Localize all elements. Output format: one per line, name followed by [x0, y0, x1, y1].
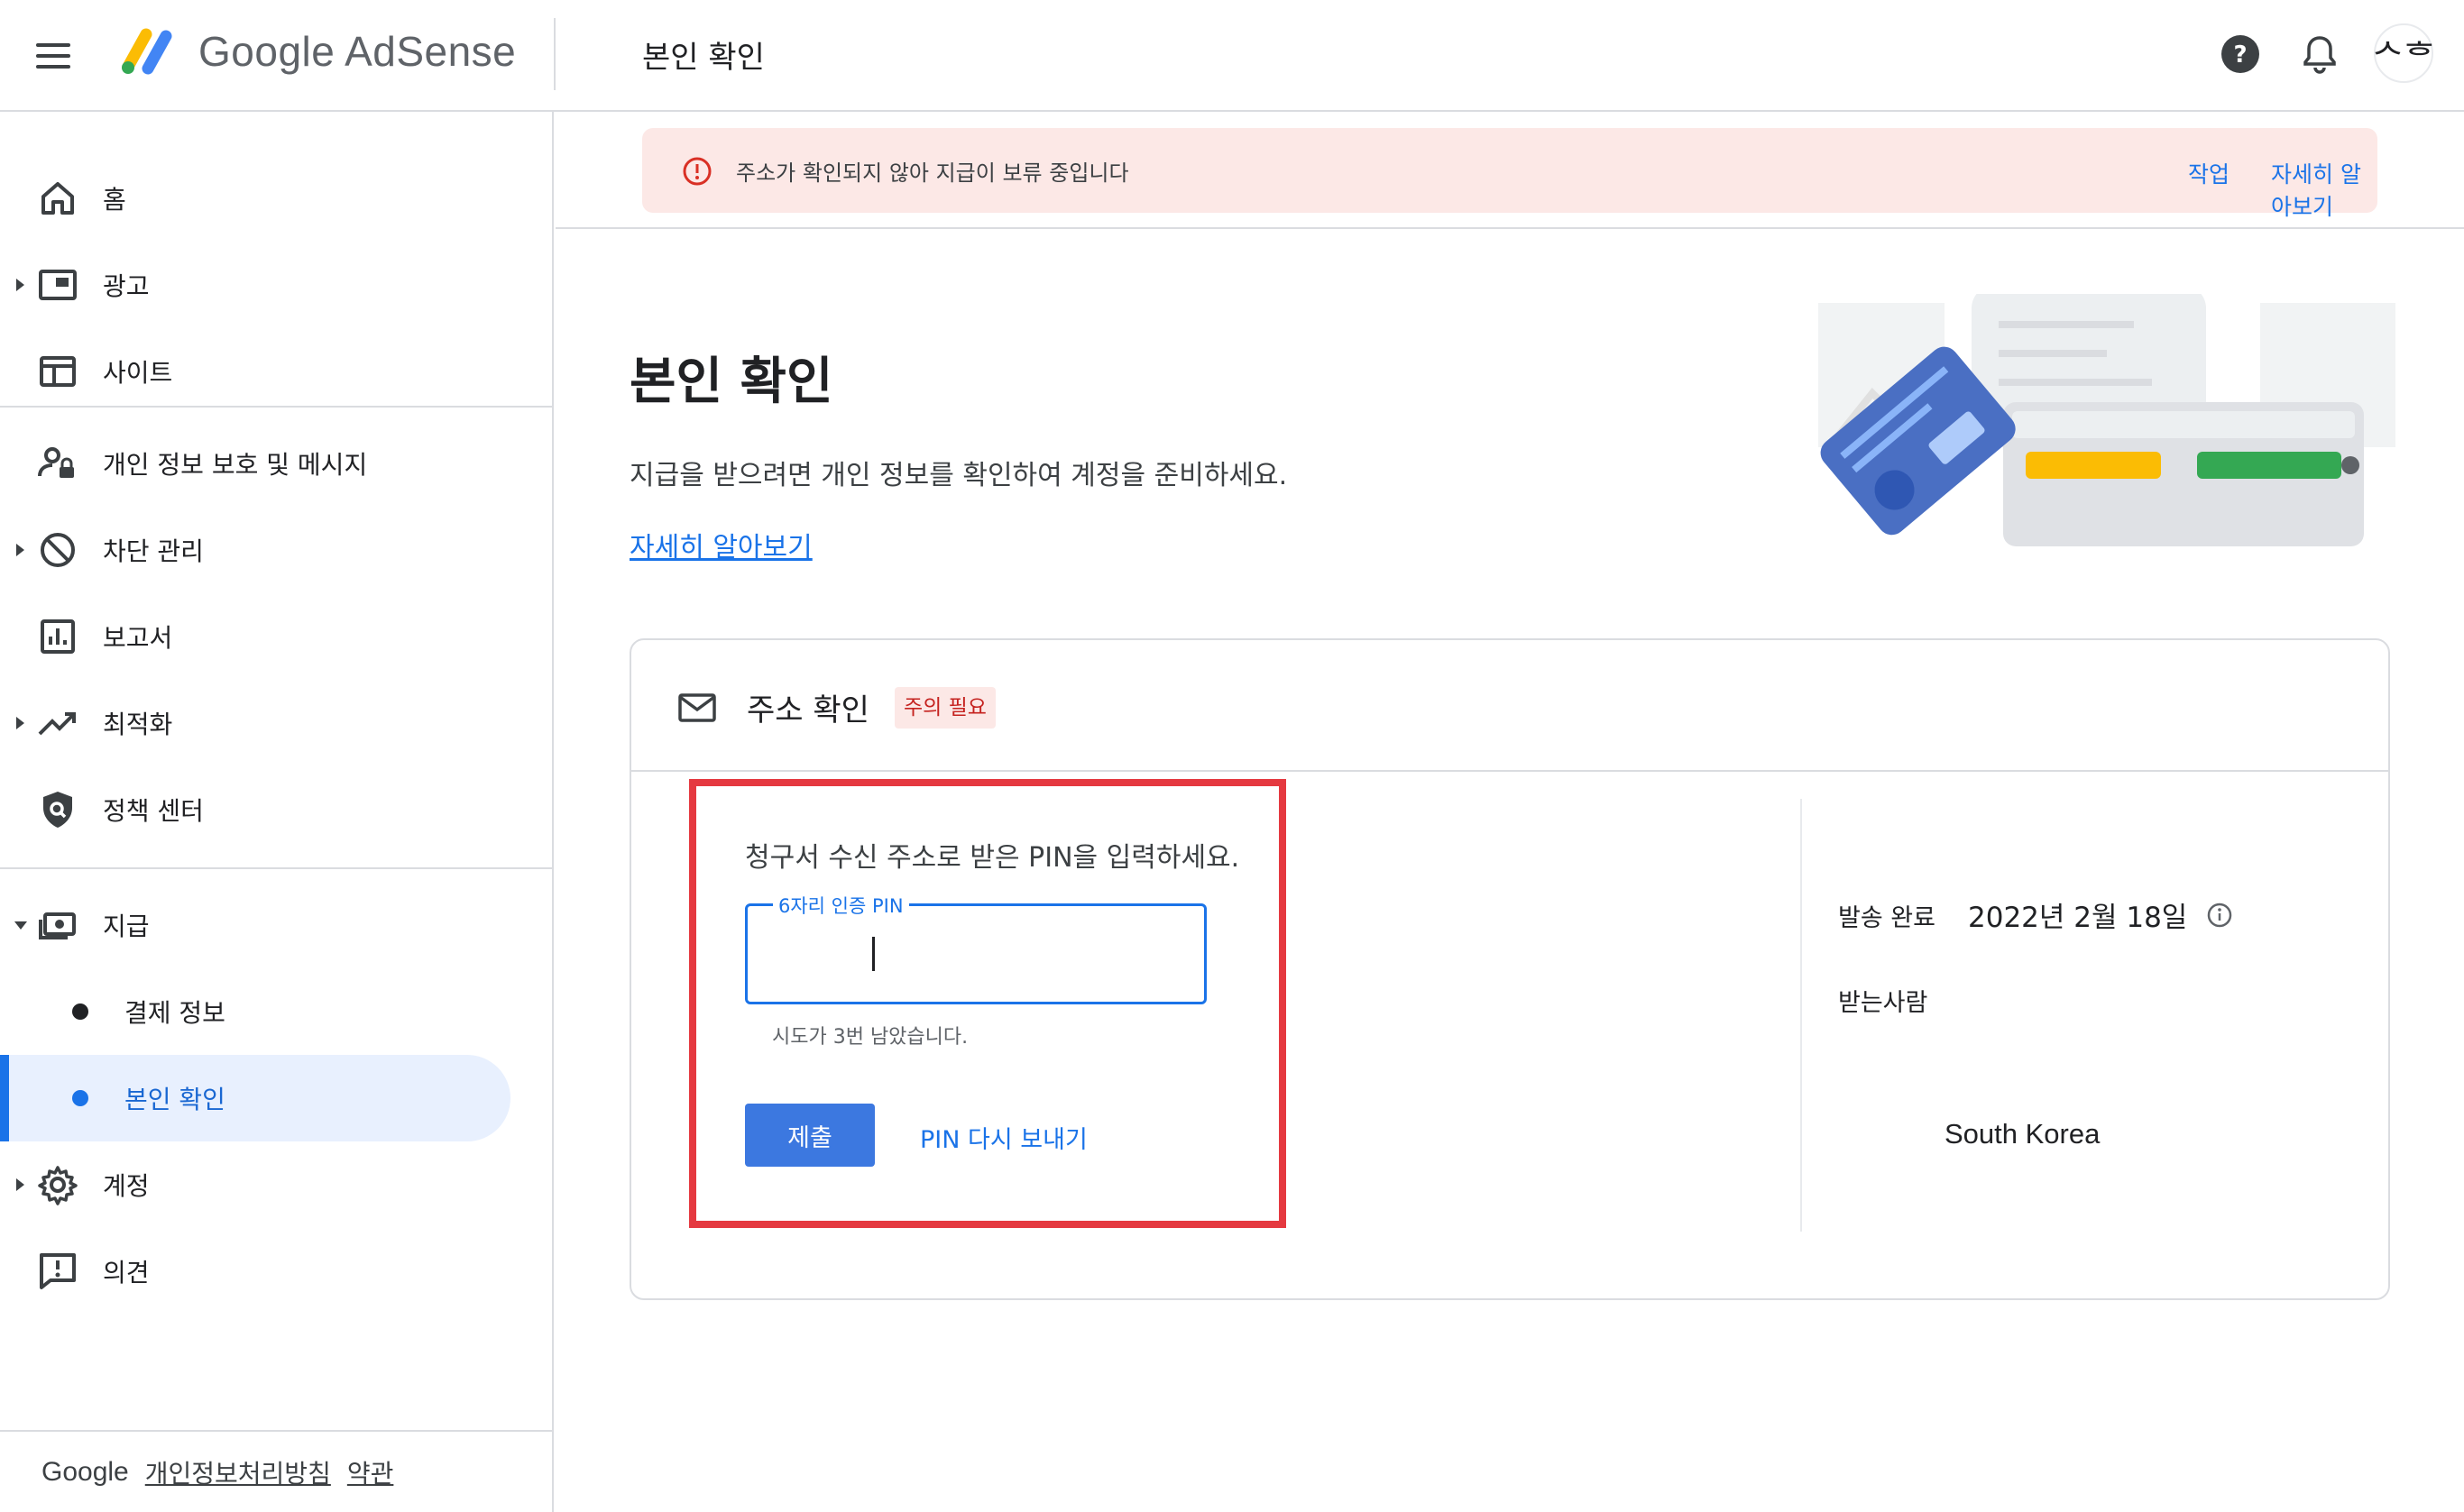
main-content: 주소가 확인되지 않아 지급이 보류 중입니다 작업 자세히 알아보기 본인 확…	[556, 114, 2464, 1512]
ads-icon	[39, 270, 77, 300]
sidebar-footer: Google 개인정보처리방침 약관	[0, 1430, 552, 1512]
sidebar: 홈 광고 사이트 개인 정보 보호 및 메시지 차단 관리 보고서 최적화 정책…	[0, 112, 554, 1512]
menu-icon-line	[36, 43, 70, 47]
sidebar-item-label: 차단 관리	[103, 536, 204, 566]
banner-learn-more-link[interactable]: 자세히 알아보기	[2271, 157, 2377, 222]
notifications-icon[interactable]	[2296, 31, 2343, 78]
page-title: 본인 확인	[630, 353, 833, 411]
sidebar-item-ads[interactable]: 광고	[0, 242, 510, 328]
sidebar-item-label: 보고서	[103, 623, 173, 653]
pin-input[interactable]: 6자리 인증 PIN	[745, 892, 1207, 1004]
card-divider	[1800, 799, 1802, 1232]
info-icon[interactable]	[2206, 902, 2233, 929]
mail-icon	[678, 693, 716, 722]
expand-caret-icon	[16, 544, 24, 556]
reports-icon	[41, 619, 75, 654]
help-icon[interactable]: ?	[2217, 31, 2264, 78]
menu-icon-line	[36, 54, 70, 58]
active-indicator	[0, 1055, 9, 1141]
sidebar-item-label: 정책 센터	[103, 796, 204, 826]
policy-icon	[43, 792, 72, 828]
sidebar-item-policy[interactable]: 정책 센터	[0, 766, 510, 853]
sidebar-item-payment-info[interactable]: 결제 정보	[0, 968, 510, 1055]
pin-prompt: 청구서 수신 주소로 받은 PIN을 입력하세요.	[745, 842, 1240, 874]
header-page-title: 본인 확인	[642, 40, 765, 76]
sidebar-divider	[0, 867, 552, 869]
recipient-country: South Korea	[1945, 1118, 2101, 1150]
adsense-logo-icon	[122, 28, 172, 75]
home-icon	[41, 182, 74, 215]
sidebar-item-verification[interactable]: 본인 확인	[0, 1055, 510, 1141]
sidebar-item-label: 계정	[103, 1171, 150, 1201]
sidebar-item-label: 홈	[103, 185, 126, 215]
expand-caret-icon	[16, 1178, 24, 1191]
banner-message: 주소가 확인되지 않아 지급이 보류 중입니다	[736, 160, 1129, 186]
sidebar-item-reports[interactable]: 보고서	[0, 593, 510, 680]
attention-badge: 주의 필요	[895, 687, 996, 729]
block-icon	[41, 533, 75, 567]
shipped-label: 발송 완료	[1838, 904, 1935, 932]
expand-caret-icon	[16, 717, 24, 729]
recipient-label: 받는사람	[1838, 989, 1928, 1017]
sidebar-item-label: 본인 확인	[124, 1085, 225, 1114]
sidebar-item-home[interactable]: 홈	[0, 155, 510, 242]
privacy-icon	[38, 447, 74, 478]
sidebar-item-account[interactable]: 계정	[0, 1141, 510, 1228]
sidebar-divider	[0, 406, 552, 408]
wallet-illustration	[1818, 294, 2395, 564]
bullet-icon	[72, 1090, 88, 1106]
header-divider	[554, 18, 556, 90]
sidebar-item-label: 광고	[103, 271, 150, 301]
sidebar-item-label: 결제 정보	[124, 998, 225, 1028]
sidebar-item-label: 최적화	[103, 710, 173, 739]
text-caret	[872, 937, 875, 971]
bullet-icon	[72, 1003, 88, 1020]
adsense-app: Google AdSense 본인 확인 ? ᄉᄒ 홈 광고 사이트 개인 정보…	[0, 0, 2464, 1512]
resend-pin-button[interactable]: PIN 다시 보내기	[920, 1120, 1088, 1155]
privacy-policy-link[interactable]: 개인정보처리방침	[145, 1454, 331, 1490]
menu-icon-line	[36, 65, 70, 69]
sidebar-item-label: 개인 정보 보호 및 메시지	[103, 450, 368, 480]
svg-text:?: ?	[2233, 41, 2247, 69]
expand-caret-icon	[16, 279, 24, 291]
sidebar-item-label: 사이트	[103, 358, 173, 388]
terms-link[interactable]: 약관	[347, 1454, 394, 1490]
feedback-icon	[40, 1253, 76, 1289]
sites-icon	[40, 356, 76, 387]
optimization-icon	[38, 712, 76, 736]
address-verification-card: 주소 확인 주의 필요 청구서 수신 주소로 받은 PIN을 입력하세요. 6자…	[630, 638, 2390, 1300]
payments-icon	[39, 912, 76, 939]
brand-name: Google AdSense	[198, 28, 517, 75]
sidebar-item-blocking[interactable]: 차단 관리	[0, 507, 510, 593]
shipped-date: 2022년 2월 18일	[1968, 902, 2188, 934]
card-header: 주소 확인 주의 필요	[631, 640, 2388, 772]
banner-action-link[interactable]: 작업	[2188, 157, 2230, 189]
account-avatar[interactable]: ᄉᄒ	[2372, 23, 2435, 83]
banner-area: 주소가 확인되지 않아 지급이 보류 중입니다 작업 자세히 알아보기	[556, 114, 2464, 229]
learn-more-link[interactable]: 자세히 알아보기	[630, 525, 813, 564]
settings-icon	[38, 1166, 78, 1205]
sidebar-item-sites[interactable]: 사이트	[0, 328, 510, 415]
sidebar-item-label: 지급	[103, 912, 150, 941]
top-bar: Google AdSense 본인 확인 ? ᄉᄒ	[0, 0, 2464, 112]
sidebar-item-payments[interactable]: 지급	[0, 882, 510, 968]
collapse-caret-icon	[14, 921, 27, 930]
submit-button[interactable]: 제출	[745, 1104, 875, 1167]
sidebar-item-label: 의견	[103, 1258, 150, 1287]
sidebar-item-feedback[interactable]: 의견	[0, 1228, 510, 1315]
sidebar-item-optimization[interactable]: 최적화	[0, 680, 510, 766]
payment-hold-banner: 주소가 확인되지 않아 지급이 보류 중입니다 작업 자세히 알아보기	[642, 128, 2377, 220]
warning-icon	[683, 157, 712, 186]
main-menu-button[interactable]	[36, 34, 87, 78]
page-description: 지급을 받으려면 개인 정보를 확인하여 계정을 준비하세요.	[630, 460, 1288, 491]
sidebar-item-privacy[interactable]: 개인 정보 보호 및 메시지	[0, 420, 510, 507]
attempts-remaining: 시도가 3번 남았습니다.	[772, 1026, 969, 1049]
footer-google: Google	[41, 1456, 129, 1487]
card-title: 주소 확인	[747, 692, 869, 729]
pin-input-label: 6자리 인증 PIN	[773, 892, 909, 919]
